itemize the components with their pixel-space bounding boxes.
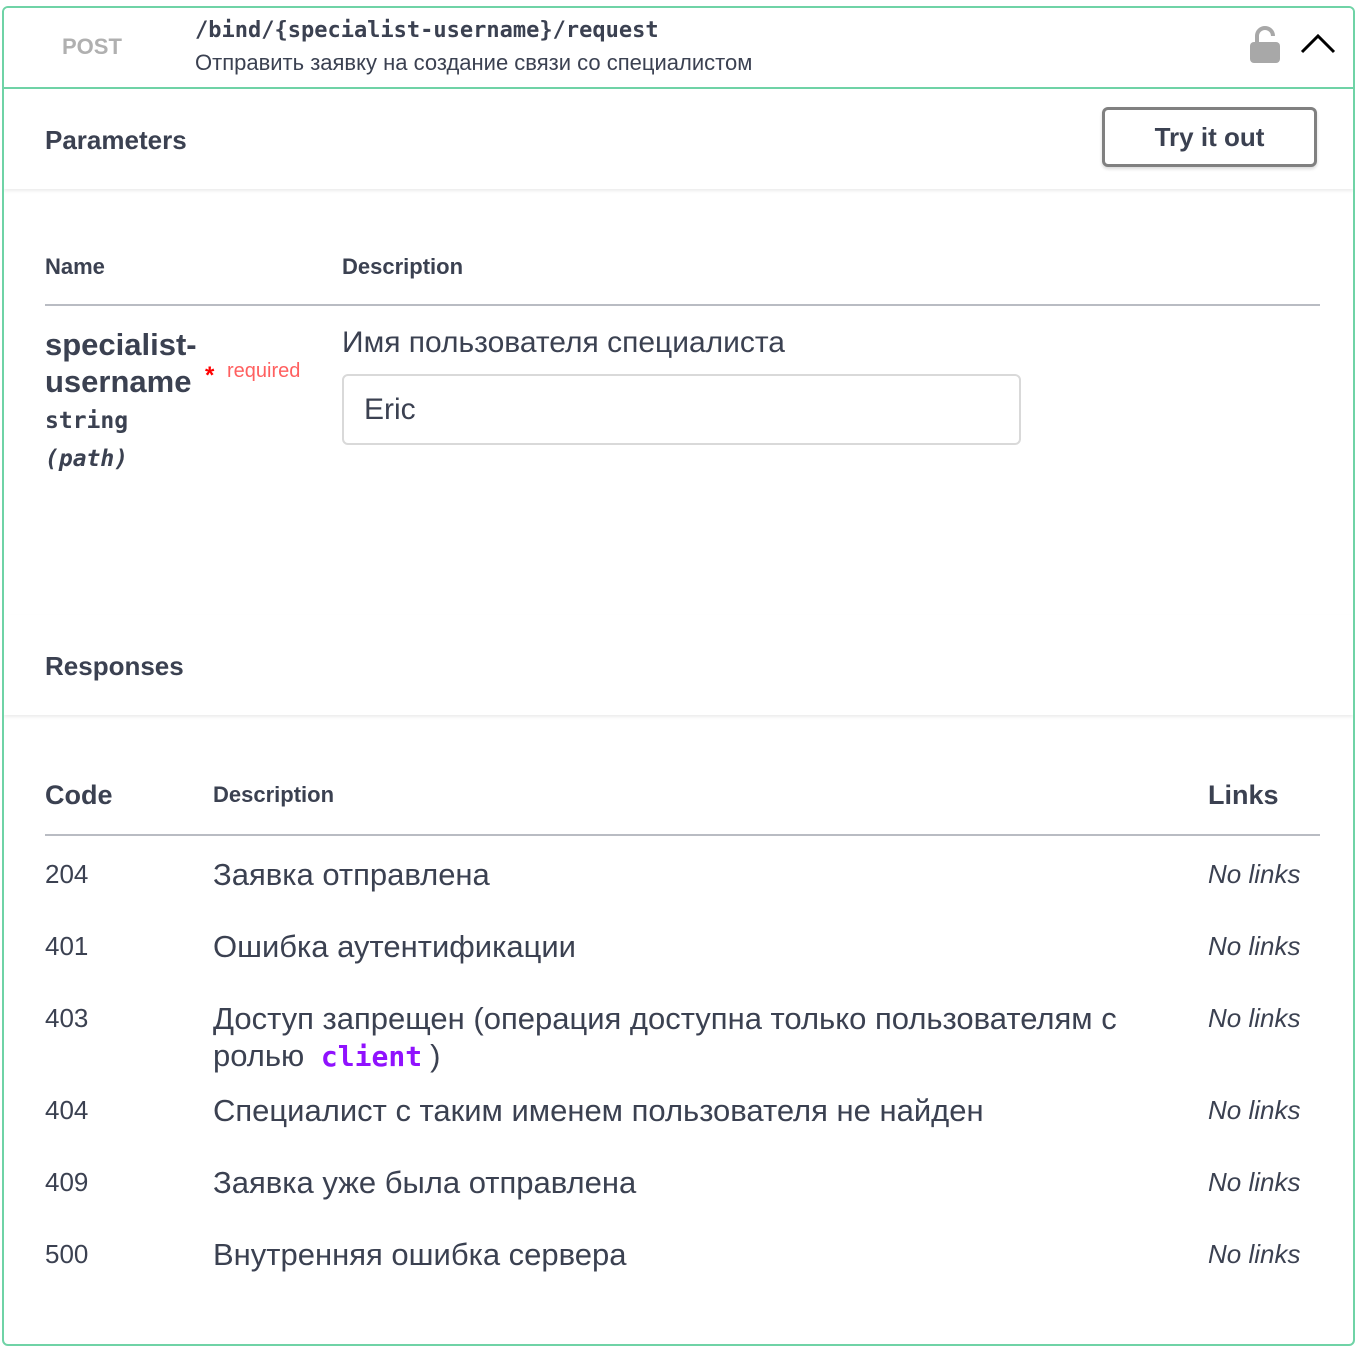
operation-summary[interactable]: POST /bind/{specialist-username}/request… <box>4 8 1353 89</box>
response-links: No links <box>1208 931 1301 961</box>
operation-block: POST /bind/{specialist-username}/request… <box>2 6 1355 1346</box>
role-code: client <box>320 1040 423 1073</box>
param-header-rule <box>45 304 1320 306</box>
response-code: 500 <box>45 1239 89 1269</box>
operation-path: /bind/{specialist-username}/request <box>195 18 659 43</box>
http-method: POST <box>62 34 122 59</box>
response-code: 404 <box>45 1095 89 1125</box>
response-description: Внутренняя ошибка сервера <box>213 1237 627 1272</box>
parameters-title: Parameters <box>45 125 187 155</box>
response-header-rule <box>45 834 1320 836</box>
try-it-out-button[interactable]: Try it out <box>1102 107 1317 167</box>
response-col-links: Links <box>1208 780 1279 810</box>
response-description-end: ) <box>430 1038 441 1073</box>
parameter-name: specialist- username <box>45 326 197 400</box>
response-description: Доступ запрещен (операция доступна тольк… <box>213 1000 1163 1075</box>
param-col-description: Description <box>342 254 464 279</box>
parameter-description: Имя пользователя специалиста <box>342 326 785 359</box>
unlock-icon[interactable] <box>1248 26 1282 64</box>
parameter-type: string <box>45 408 129 434</box>
responses-header: Responses <box>4 615 1353 715</box>
response-links: No links <box>1208 1239 1301 1269</box>
required-star: * <box>205 362 215 389</box>
response-links: No links <box>1208 1095 1301 1125</box>
response-description: Заявка отправлена <box>213 857 490 892</box>
parameter-name-line1: specialist- <box>45 327 197 362</box>
response-col-code: Code <box>45 780 113 810</box>
response-code: 403 <box>45 1003 89 1033</box>
specialist-username-input[interactable] <box>342 374 1021 445</box>
response-code: 409 <box>45 1167 89 1197</box>
response-links: No links <box>1208 1167 1301 1197</box>
response-description: Заявка уже была отправлена <box>213 1165 637 1200</box>
chevron-up-icon[interactable] <box>1298 30 1338 58</box>
response-description: Ошибка аутентификации <box>213 929 576 964</box>
response-col-description: Description <box>213 782 335 807</box>
operation-summary-text: Отправить заявку на создание связи со сп… <box>195 50 753 75</box>
responses-title: Responses <box>45 651 184 681</box>
response-code: 401 <box>45 931 89 961</box>
parameter-location: (path) <box>45 446 129 472</box>
response-code: 204 <box>45 859 89 889</box>
param-col-name: Name <box>45 254 105 279</box>
required-label: required <box>227 360 301 382</box>
response-links: No links <box>1208 1003 1301 1033</box>
response-links: No links <box>1208 859 1301 889</box>
parameter-name-line2: username <box>45 364 192 399</box>
response-description: Специалист с таким именем пользователя н… <box>213 1093 984 1128</box>
